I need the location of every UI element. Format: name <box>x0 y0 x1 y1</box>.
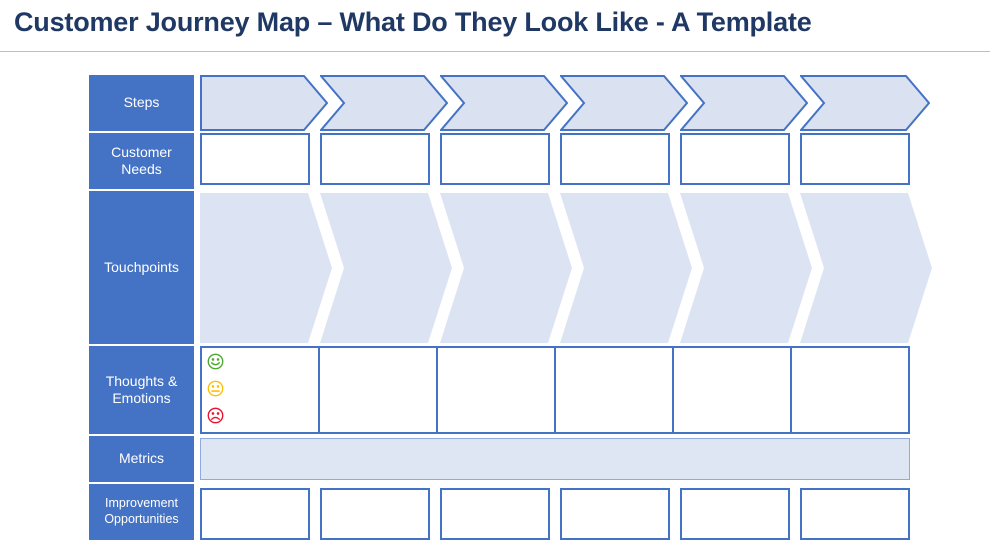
touchpoints-chevron-3[interactable] <box>440 193 572 343</box>
customer-needs-cell-2[interactable] <box>320 133 430 185</box>
thoughts-emotions-cell-4[interactable] <box>554 346 674 434</box>
steps-chevron-4[interactable] <box>560 75 688 131</box>
steps-chevron-3[interactable] <box>440 75 568 131</box>
row-label-metrics: Metrics <box>89 436 194 482</box>
customer-needs-cell-6[interactable] <box>800 133 910 185</box>
metrics-bar[interactable] <box>200 438 910 480</box>
improvement-opportunities-cell-4[interactable] <box>560 488 670 540</box>
happy-face-icon <box>207 353 224 370</box>
row-label-touchpoints: Touchpoints <box>89 191 194 344</box>
thoughts-emotions-cell-5[interactable] <box>672 346 792 434</box>
touchpoints-chevron-5[interactable] <box>680 193 812 343</box>
steps-chevron-5[interactable] <box>680 75 808 131</box>
improvement-opportunities-cell-5[interactable] <box>680 488 790 540</box>
thoughts-emotions-cell-3[interactable] <box>436 346 556 434</box>
row-label-steps: Steps <box>89 75 194 131</box>
customer-needs-cell-1[interactable] <box>200 133 310 185</box>
steps-chevron-2[interactable] <box>320 75 448 131</box>
page-title: Customer Journey Map – What Do They Look… <box>14 7 812 37</box>
title-bar: Customer Journey Map – What Do They Look… <box>0 0 990 52</box>
row-label-thoughts-emotions: Thoughts & Emotions <box>89 346 194 434</box>
touchpoints-chevron-6[interactable] <box>800 193 932 343</box>
sad-face-icon <box>207 407 224 424</box>
row-label-customer-needs: Customer Needs <box>89 133 194 189</box>
customer-needs-cell-5[interactable] <box>680 133 790 185</box>
thoughts-emotions-cell-1[interactable] <box>200 346 320 434</box>
improvement-opportunities-cell-6[interactable] <box>800 488 910 540</box>
touchpoints-chevron-2[interactable] <box>320 193 452 343</box>
customer-needs-cell-3[interactable] <box>440 133 550 185</box>
improvement-opportunities-cell-1[interactable] <box>200 488 310 540</box>
touchpoints-chevron-1[interactable] <box>200 193 332 343</box>
steps-chevron-1[interactable] <box>200 75 328 131</box>
improvement-opportunities-cell-3[interactable] <box>440 488 550 540</box>
thoughts-emotions-cell-6[interactable] <box>790 346 910 434</box>
row-label-improvement-opportunities: Improvement Opportunities <box>89 484 194 540</box>
improvement-opportunities-cell-2[interactable] <box>320 488 430 540</box>
journey-map-grid: Steps Customer Needs Touchpoints Thought… <box>0 52 990 554</box>
neutral-face-icon <box>207 380 224 397</box>
steps-chevron-6[interactable] <box>800 75 930 131</box>
touchpoints-chevron-4[interactable] <box>560 193 692 343</box>
thoughts-emotions-cell-2[interactable] <box>318 346 438 434</box>
customer-needs-cell-4[interactable] <box>560 133 670 185</box>
